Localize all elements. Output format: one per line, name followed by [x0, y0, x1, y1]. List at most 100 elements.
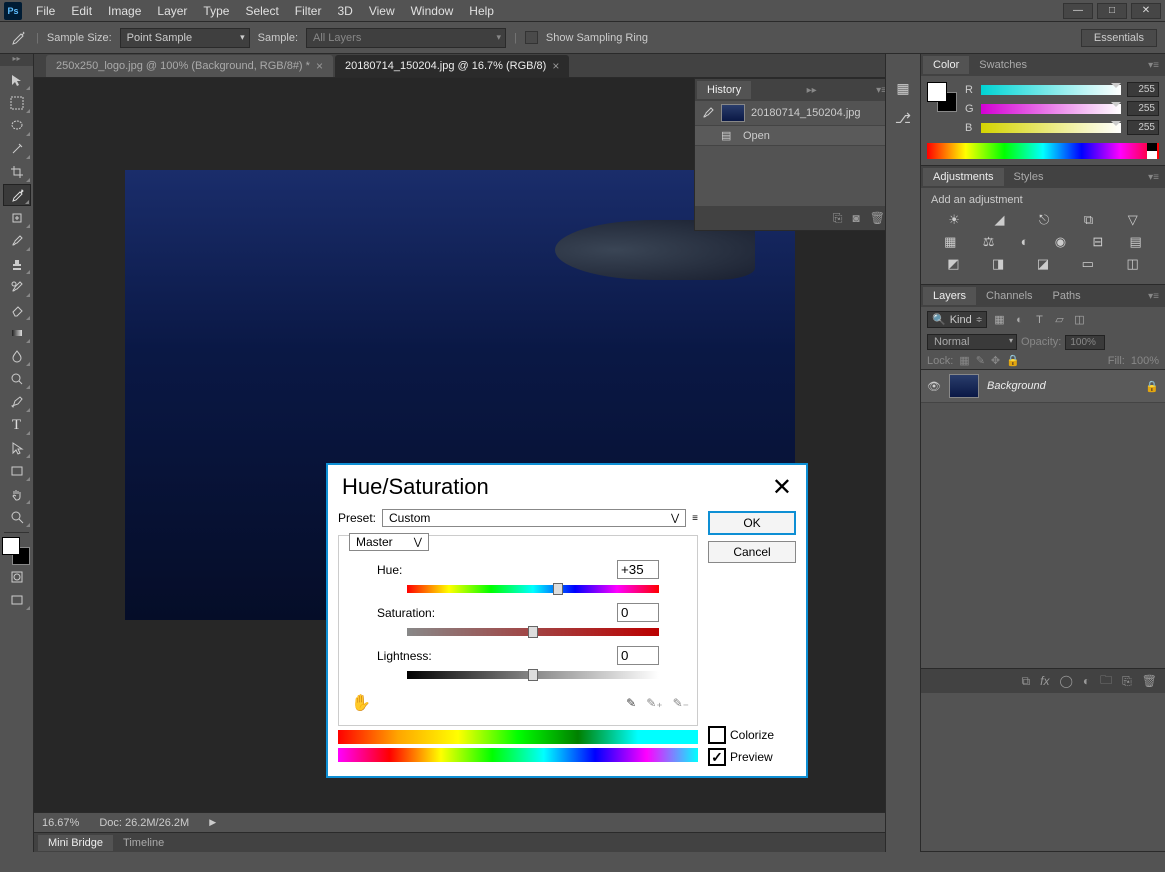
menu-filter[interactable]: Filter	[287, 1, 330, 21]
cancel-button[interactable]: Cancel	[708, 541, 796, 563]
panel-menu-icon[interactable]: ▾≡	[1144, 291, 1163, 302]
history-snapshot[interactable]: 20180714_150204.jpg	[695, 101, 885, 126]
eyedropper-minus-icon[interactable]: ✎₋	[673, 696, 689, 710]
panel-menu-icon[interactable]: ▾≡	[1144, 60, 1163, 71]
dialog-close-button[interactable]: ✕	[772, 473, 792, 502]
brightness-icon[interactable]: ☀	[948, 212, 960, 228]
invert-icon[interactable]: ◩	[947, 256, 959, 272]
color-slider[interactable]	[981, 104, 1121, 114]
posterize-icon[interactable]: ◨	[992, 256, 1004, 272]
eyedropper-tool-icon[interactable]	[8, 28, 28, 48]
gradient-tool[interactable]	[3, 322, 31, 344]
color-swatches[interactable]	[2, 537, 30, 565]
paths-tab[interactable]: Paths	[1043, 287, 1091, 305]
layer-item[interactable]: 👁 Background 🔒	[921, 370, 1165, 403]
threshold-icon[interactable]: ◪	[1037, 256, 1049, 272]
screenmode-button[interactable]	[3, 589, 31, 611]
color-value[interactable]: 255	[1127, 120, 1159, 135]
swatches-icon[interactable]: ▦	[891, 76, 915, 100]
ok-button[interactable]: OK	[708, 511, 796, 535]
color-value[interactable]: 255	[1127, 82, 1159, 97]
fill-input[interactable]: 100%	[1131, 355, 1159, 367]
brushes-icon[interactable]: ⎇	[891, 106, 915, 130]
lasso-tool[interactable]	[3, 115, 31, 137]
lightness-slider[interactable]	[407, 671, 659, 679]
swatches-tab[interactable]: Swatches	[969, 56, 1037, 74]
sample-dropdown[interactable]: All Layers	[306, 28, 506, 48]
photo-filter-icon[interactable]: ◉	[1055, 234, 1066, 250]
history-tab[interactable]: History	[697, 81, 751, 99]
color-slider[interactable]	[981, 123, 1121, 133]
eraser-tool[interactable]	[3, 299, 31, 321]
menu-edit[interactable]: Edit	[63, 1, 100, 21]
hue-input[interactable]	[617, 560, 659, 579]
filter-shape-icon[interactable]: ▱	[1051, 312, 1067, 328]
pen-tool[interactable]	[3, 391, 31, 413]
lock-all-icon[interactable]: 🔒	[1006, 354, 1020, 367]
lookup-icon[interactable]: ▤	[1130, 234, 1142, 250]
crop-tool[interactable]	[3, 161, 31, 183]
tab-close-icon[interactable]: ×	[316, 59, 323, 73]
link-icon[interactable]: ⧉	[1022, 674, 1031, 689]
layers-tab[interactable]: Layers	[923, 287, 976, 305]
group-icon[interactable]: 🗀	[1100, 671, 1112, 692]
show-ring-checkbox[interactable]	[525, 31, 538, 44]
history-state-open[interactable]: ▤ Open	[695, 126, 885, 146]
saturation-slider[interactable]	[407, 628, 659, 636]
colorize-checkbox[interactable]	[708, 726, 726, 744]
path-select-tool[interactable]	[3, 437, 31, 459]
saturation-input[interactable]	[617, 603, 659, 622]
styles-tab[interactable]: Styles	[1004, 168, 1054, 186]
eyedropper-tool[interactable]	[3, 184, 31, 206]
delete-icon[interactable]: 🗑	[870, 211, 885, 225]
hand-tool[interactable]	[3, 483, 31, 505]
zoom-level[interactable]: 16.67%	[42, 817, 79, 829]
snapshot-icon[interactable]: ◙	[853, 211, 860, 225]
marquee-tool[interactable]	[3, 92, 31, 114]
dialog-titlebar[interactable]: Hue/Saturation ✕	[328, 465, 806, 509]
lock-pixels-icon[interactable]: ▦	[959, 354, 969, 367]
bw-icon[interactable]: ◐	[1021, 234, 1029, 250]
color-slider[interactable]	[981, 85, 1121, 95]
delete-layer-icon[interactable]: 🗑	[1142, 674, 1157, 688]
color-spectrum[interactable]	[927, 143, 1159, 159]
menu-3d[interactable]: 3D	[329, 1, 360, 21]
color-tab[interactable]: Color	[923, 56, 969, 74]
history-brush-tool[interactable]	[3, 276, 31, 298]
filter-type-icon[interactable]: T	[1031, 312, 1047, 328]
history-collapse-icon[interactable]: ▸▸	[803, 85, 821, 96]
tab-close-icon[interactable]: ×	[552, 59, 559, 73]
wand-tool[interactable]	[3, 138, 31, 160]
new-doc-from-state-icon[interactable]: ⎘	[833, 211, 843, 226]
foreground-swatch[interactable]	[2, 537, 20, 555]
menu-window[interactable]: Window	[403, 1, 462, 21]
filter-adjust-icon[interactable]: ◐	[1011, 312, 1027, 328]
fx-icon[interactable]: fx	[1040, 674, 1049, 688]
zoom-tool[interactable]	[3, 506, 31, 528]
exposure-icon[interactable]: ⧉	[1084, 212, 1093, 228]
move-tool[interactable]	[3, 69, 31, 91]
visibility-icon[interactable]: 👁	[927, 380, 941, 393]
mask-icon[interactable]: ◯	[1059, 674, 1072, 688]
workspace-switcher[interactable]: Essentials	[1081, 29, 1157, 47]
sample-size-dropdown[interactable]: Point Sample	[120, 28, 250, 48]
menu-help[interactable]: Help	[461, 1, 502, 21]
preview-checkbox[interactable]: ✓	[708, 748, 726, 766]
lock-icon[interactable]: 🔒	[1145, 380, 1159, 393]
menu-file[interactable]: File	[28, 1, 63, 21]
hue-icon[interactable]: ▦	[944, 234, 956, 250]
selective-icon[interactable]: ◫	[1126, 256, 1138, 272]
preset-menu-icon[interactable]: ≡	[692, 513, 698, 524]
new-layer-icon[interactable]: ⎘	[1122, 674, 1132, 689]
panel-menu-icon[interactable]: ▾≡	[1144, 172, 1163, 183]
menu-view[interactable]: View	[361, 1, 403, 21]
color-value[interactable]: 255	[1127, 101, 1159, 116]
type-tool[interactable]: T	[3, 414, 31, 436]
stamp-tool[interactable]	[3, 253, 31, 275]
adjustments-tab[interactable]: Adjustments	[923, 168, 1004, 186]
doc-info[interactable]: Doc: 26.2M/26.2M	[99, 817, 189, 829]
vibrance-icon[interactable]: ▽	[1128, 212, 1138, 228]
menu-image[interactable]: Image	[100, 1, 149, 21]
canvas[interactable]: History ▸▸ ▾≡ 20180714_150204.jpg ▤ Open…	[34, 78, 885, 812]
layer-thumbnail[interactable]	[949, 374, 979, 398]
